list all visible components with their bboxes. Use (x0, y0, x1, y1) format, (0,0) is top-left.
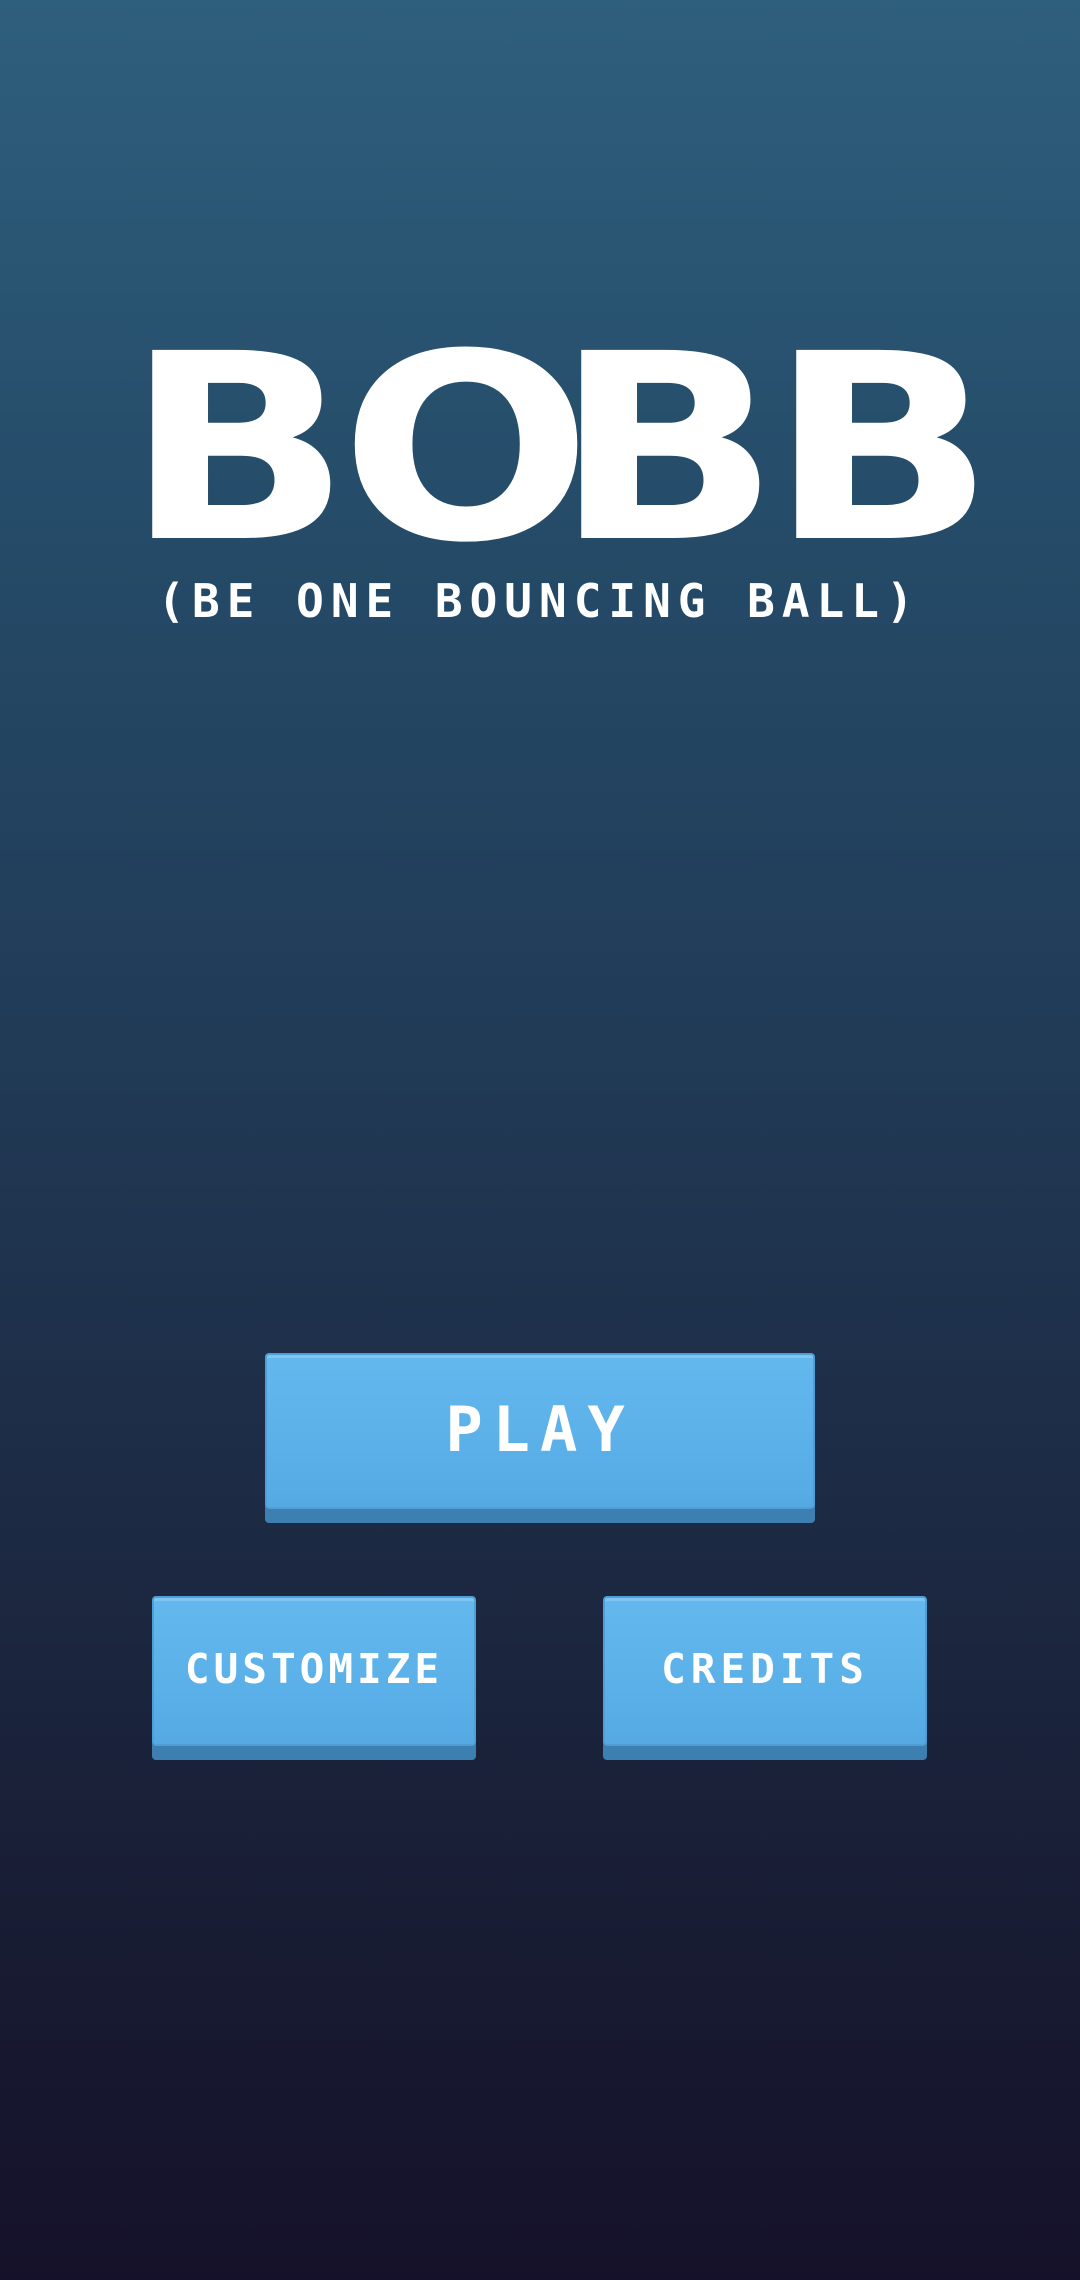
credits-button-label: CREDITS (661, 1645, 869, 1693)
logo-letter-o: O (339, 299, 592, 599)
play-button-label: PLAY (445, 1392, 635, 1466)
customize-button[interactable]: CUSTOMIZE (152, 1596, 476, 1746)
credits-button[interactable]: CREDITS (603, 1596, 927, 1746)
customize-button-label: CUSTOMIZE (184, 1645, 444, 1693)
main-menu-screen: B O B B (BE ONE BOUNCING BALL) PLAY CUST… (0, 0, 1080, 2280)
logo-letter-b1: B (125, 299, 352, 599)
logo-letter-b2: B (554, 299, 781, 599)
game-subtitle: (BE ONE BOUNCING BALL) (157, 574, 921, 628)
game-logo: B O B B (125, 299, 995, 599)
logo-letter-b3: B (768, 299, 996, 599)
play-button[interactable]: PLAY (265, 1353, 815, 1509)
